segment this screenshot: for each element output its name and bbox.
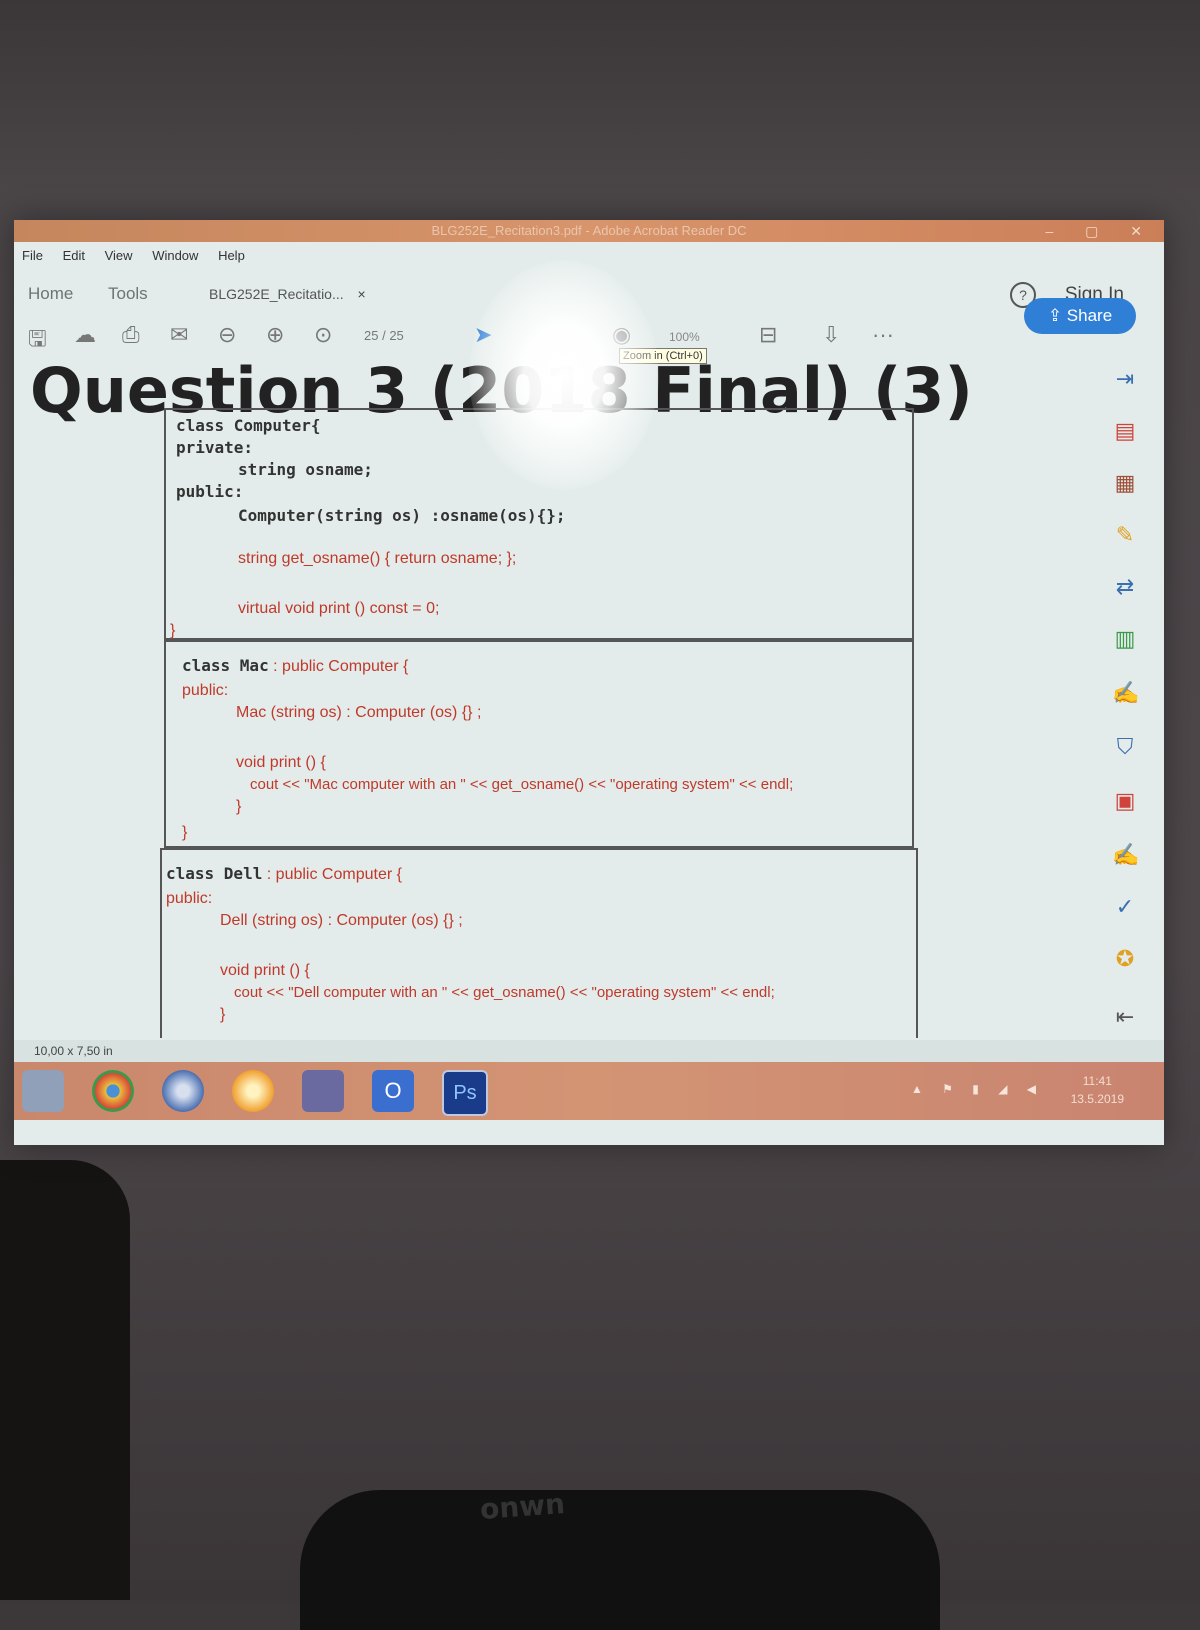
window-titlebar: BLG252E_Recitation3.pdf - Adobe Acrobat …: [14, 220, 1164, 242]
code-line: public:: [182, 682, 229, 699]
page-current[interactable]: 25: [364, 328, 378, 343]
menu-window[interactable]: Window: [152, 248, 198, 263]
document-page: Question 3 (2018 Final) (3) class Comput…: [14, 358, 1084, 1038]
clock-time: 11:41: [1082, 1074, 1112, 1088]
page-indicator[interactable]: 25 / 25: [364, 328, 404, 343]
page-total: / 25: [382, 328, 404, 343]
scroll-mode-icon[interactable]: ⇩: [822, 322, 840, 348]
code-line: private:: [176, 438, 254, 457]
select-cursor-icon[interactable]: ➤: [474, 322, 492, 348]
backpack-brand-text: onwn: [478, 1487, 567, 1526]
tab-tools[interactable]: Tools: [108, 284, 148, 304]
code-line: public:: [166, 890, 213, 907]
close-tab-icon[interactable]: ×: [358, 286, 366, 302]
code-line: Computer(string os) :osname(os){};: [238, 506, 566, 525]
comment-icon[interactable]: ✎: [1112, 522, 1138, 548]
code-line: class Computer{: [176, 416, 321, 435]
code-text: : public Computer {: [262, 866, 402, 883]
page-down-icon[interactable]: ⊙: [314, 322, 332, 348]
code-line: class Mac : public Computer {: [182, 656, 408, 676]
window-controls[interactable]: – ▢ ✕: [1045, 220, 1156, 242]
code-block-mac: class Mac : public Computer { public: Ma…: [164, 640, 914, 848]
upload-cloud-icon[interactable]: ☁: [74, 322, 96, 348]
email-icon[interactable]: ✉: [170, 322, 188, 348]
toolbar: 🖫 ☁ ⎙ ✉ ⊖ ⊕ ⊙ 25 / 25 ➤ ◉ 100% ⊟ ⇩ ···: [14, 318, 1164, 358]
send-for-signature-icon[interactable]: ✍: [1112, 842, 1139, 868]
file-explorer-icon[interactable]: [22, 1070, 64, 1112]
menu-bar: File Edit View Window Help: [14, 248, 253, 270]
code-line: string osname;: [238, 460, 373, 479]
code-line: }: [170, 622, 176, 639]
menu-edit[interactable]: Edit: [63, 248, 85, 263]
code-line: }: [236, 798, 242, 815]
taskbar: O Ps ▲ ⚑ ▮ ◢ ◀ 11:41 13.5.2019: [14, 1062, 1164, 1120]
menu-view[interactable]: View: [105, 248, 133, 263]
page-size-label: 10,00 x 7,50 in: [34, 1044, 113, 1058]
export-pdf-icon[interactable]: ⇥: [1112, 366, 1138, 392]
print-icon[interactable]: ⎙: [122, 322, 140, 348]
right-tools-pane: ⇥ ▤ ▦ ✎ ⇄ ▥ ✍ ⛉ ▣ ✍ ✓ ✪ ⇤: [1084, 358, 1164, 1048]
code-line: void print () {: [220, 962, 310, 979]
clock-date: 13.5.2019: [1070, 1092, 1124, 1106]
code-line: public:: [176, 482, 244, 501]
menu-help[interactable]: Help: [218, 248, 245, 263]
zoom-level[interactable]: 100%: [669, 330, 700, 344]
tab-document[interactable]: BLG252E_Recitatio... ×: [209, 286, 366, 302]
menu-file[interactable]: File: [22, 248, 43, 263]
code-line: void print () {: [236, 754, 326, 771]
code-line: cout << "Dell computer with an " << get_…: [234, 984, 775, 1001]
media-player-icon[interactable]: [232, 1070, 274, 1112]
taskbar-clock[interactable]: 11:41 13.5.2019: [1071, 1072, 1124, 1108]
fill-sign-icon[interactable]: ✍: [1112, 680, 1139, 706]
app-icon[interactable]: [302, 1070, 344, 1112]
person-silhouette: [0, 1160, 130, 1600]
certificate-icon[interactable]: ✓: [1112, 894, 1138, 920]
code-keyword: class Dell: [166, 864, 263, 883]
photoshop-icon[interactable]: Ps: [442, 1070, 488, 1116]
code-line: string get_osname() { return osname; };: [238, 550, 517, 567]
protect-icon[interactable]: ⛉: [1112, 734, 1138, 760]
collapse-pane-icon[interactable]: ⇤: [1112, 1004, 1138, 1030]
code-block-computer: class Computer{ private: string osname; …: [164, 408, 914, 640]
page-up-icon[interactable]: ⊕: [266, 322, 284, 348]
code-line: Dell (string os) : Computer (os) {} ;: [220, 912, 463, 929]
outlook-icon[interactable]: O: [372, 1070, 414, 1112]
tabs-row: Home Tools BLG252E_Recitatio... × ? Sign…: [14, 274, 1164, 314]
organize-pages-icon[interactable]: ▦: [1112, 470, 1138, 496]
code-line: }: [182, 824, 188, 841]
browser-icon[interactable]: [162, 1070, 204, 1112]
system-tray-icons[interactable]: ▲ ⚑ ▮ ◢ ◀: [911, 1082, 1044, 1096]
pdf-edit-icon[interactable]: ▣: [1112, 788, 1138, 814]
fit-page-icon[interactable]: ⊟: [759, 322, 777, 348]
code-line: virtual void print () const = 0;: [238, 600, 440, 617]
code-line: }: [220, 1006, 226, 1023]
code-text: : public Computer {: [268, 658, 409, 675]
status-bar: 10,00 x 7,50 in: [14, 1040, 1164, 1062]
more-tools-sidebar-icon[interactable]: ✪: [1112, 946, 1138, 972]
zoom-out-icon[interactable]: ⊖: [218, 322, 236, 348]
code-line: cout << "Mac computer with an " << get_o…: [250, 776, 794, 793]
zoom-in-icon[interactable]: ◉: [612, 322, 631, 348]
chrome-icon[interactable]: [92, 1070, 134, 1112]
more-tools-icon[interactable]: ···: [872, 322, 894, 348]
code-keyword: class Mac: [182, 656, 269, 675]
code-block-dell: class Dell : public Computer { public: D…: [160, 848, 918, 1038]
create-pdf-icon[interactable]: ▤: [1112, 418, 1138, 444]
compress-icon[interactable]: ▥: [1112, 626, 1138, 652]
tab-document-label: BLG252E_Recitatio...: [209, 286, 344, 302]
save-icon[interactable]: 🖫: [28, 322, 47, 360]
backpack-silhouette: [300, 1490, 940, 1630]
combine-files-icon[interactable]: ⇄: [1112, 574, 1138, 600]
code-line: Mac (string os) : Computer (os) {} ;: [236, 704, 482, 721]
projected-screen: BLG252E_Recitation3.pdf - Adobe Acrobat …: [14, 220, 1164, 1145]
code-line: class Dell : public Computer {: [166, 864, 402, 884]
tab-home[interactable]: Home: [28, 284, 73, 304]
window-title: BLG252E_Recitation3.pdf - Adobe Acrobat …: [431, 223, 747, 238]
